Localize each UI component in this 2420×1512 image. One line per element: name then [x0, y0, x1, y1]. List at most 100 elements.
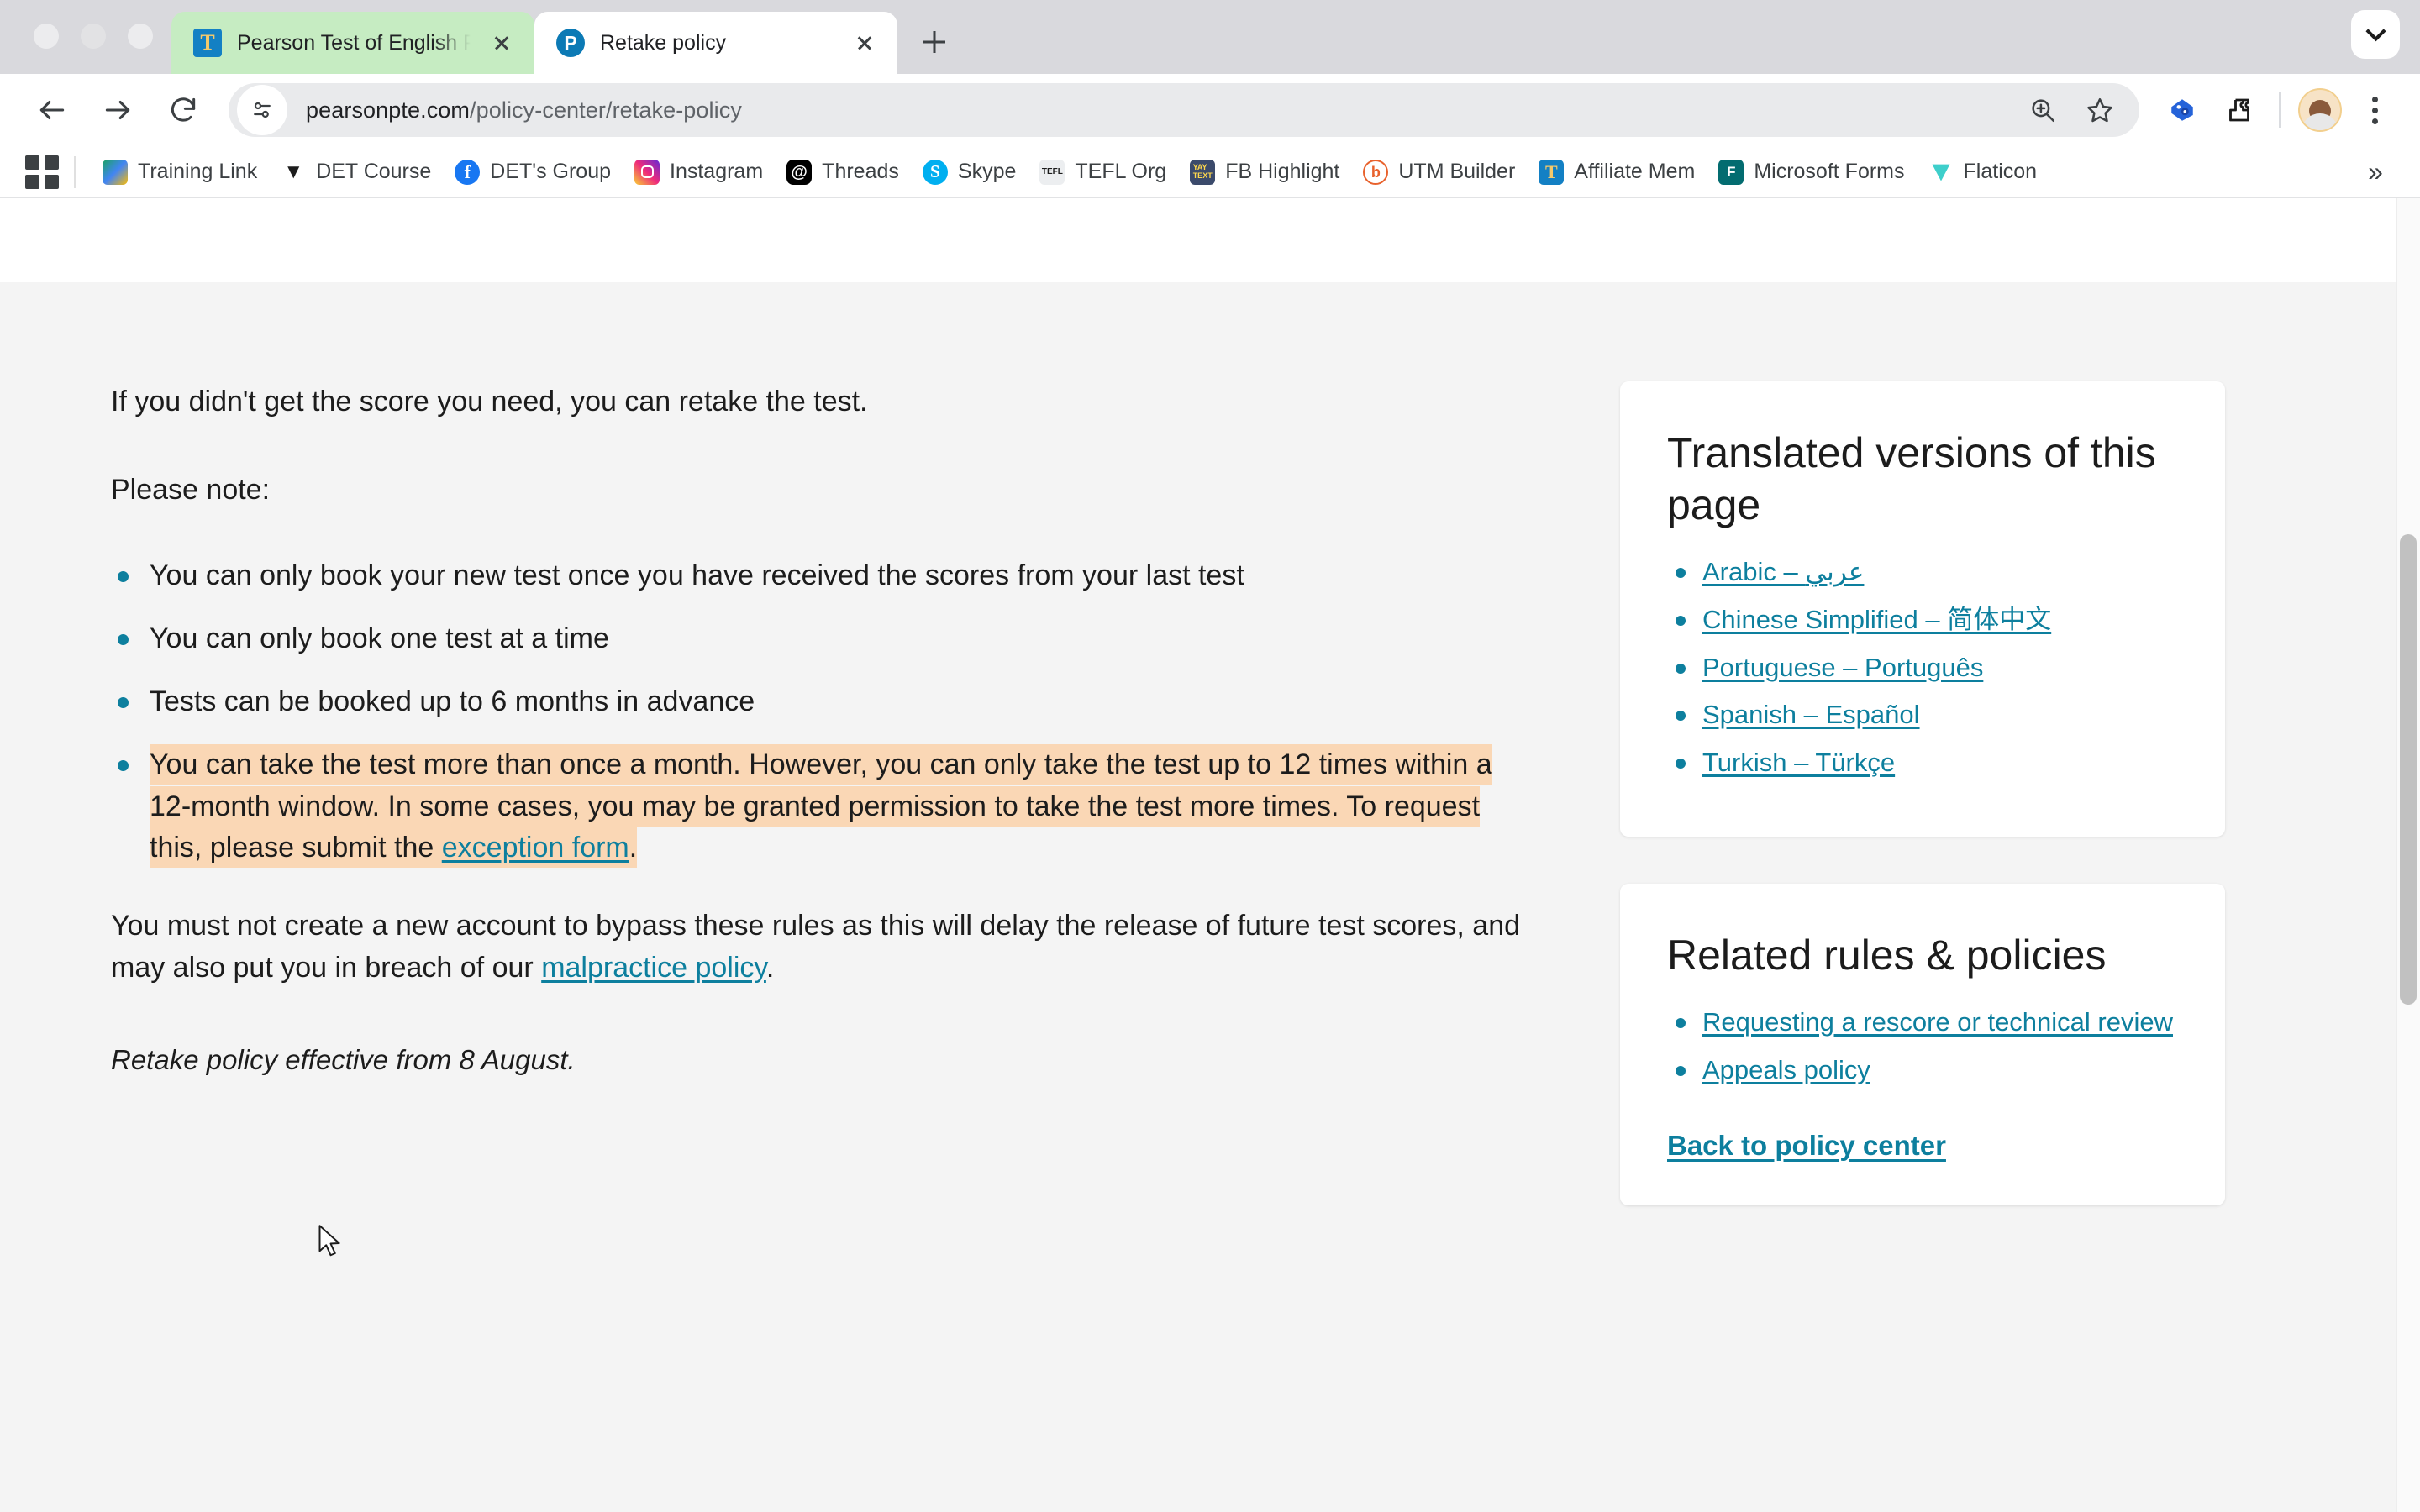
tab-strip-right — [2351, 10, 2420, 74]
bookmark-label: FB Highlight — [1225, 160, 1340, 183]
translated-links-list: Arabic – عربي Chinese Simplified – 简体中文 … — [1667, 554, 2178, 781]
related-link-appeals[interactable]: Appeals policy — [1702, 1055, 1870, 1084]
malpractice-policy-link[interactable]: malpractice policy — [541, 952, 766, 984]
exception-form-link[interactable]: exception form — [441, 827, 629, 869]
bookmark-label: DET Course — [316, 160, 432, 183]
bookmark-microsoft-forms[interactable]: F Microsoft Forms — [1707, 155, 1916, 190]
maximize-window-button[interactable] — [128, 24, 153, 49]
facebook-icon: f — [455, 159, 481, 185]
close-tab-button[interactable] — [486, 27, 518, 59]
bookmarks-overflow-button[interactable]: » — [2353, 150, 2398, 195]
pearson-t-icon — [193, 29, 222, 57]
bookmark-det-course[interactable]: ▼ DET Course — [269, 155, 443, 190]
zoom-in-icon — [2032, 99, 2055, 123]
forward-button[interactable] — [87, 80, 148, 140]
flaticon-icon — [1928, 160, 1954, 185]
extensions-button[interactable] — [2213, 84, 2265, 136]
url-domain: pearsonpte.com — [306, 97, 471, 123]
bookmark-threads[interactable]: @ Threads — [775, 155, 911, 190]
bookmark-fb-highlight[interactable]: YAY TEXT FB Highlight — [1178, 155, 1351, 190]
bookmark-label: TEFL Org — [1075, 160, 1167, 183]
microsoft-forms-icon: F — [1718, 159, 1744, 185]
site-settings-button[interactable] — [237, 85, 287, 135]
fb-highlight-icon: YAY TEXT — [1190, 159, 1216, 185]
rules-list: You can only book your new test once you… — [111, 555, 1539, 869]
close-tab-button[interactable] — [849, 27, 881, 59]
translated-link-arabic[interactable]: Arabic – عربي — [1702, 557, 1864, 586]
bookmark-label: Training Link — [138, 160, 258, 183]
tag-settings-extension-icon — [2171, 99, 2193, 121]
translated-link-chinese[interactable]: Chinese Simplified – 简体中文 — [1702, 605, 2051, 634]
new-tab-button[interactable] — [909, 17, 960, 67]
bookmarks-divider — [74, 155, 76, 188]
warning-paragraph: You must not create a new account to byp… — [111, 906, 1539, 989]
page-viewport: If you didn't get the score you need, yo… — [0, 198, 2420, 1512]
bookmark-label: UTM Builder — [1398, 160, 1516, 183]
sidebar: Translated versions of this page Arabic … — [1620, 381, 2225, 1252]
bookmark-instagram[interactable]: Instagram — [623, 155, 775, 190]
apps-grid-icon[interactable] — [25, 155, 59, 189]
window-controls[interactable] — [12, 24, 171, 74]
related-link-rescore[interactable]: Requesting a rescore or technical review — [1702, 1007, 2173, 1037]
minimize-window-button[interactable] — [81, 24, 106, 49]
translated-link-portuguese[interactable]: Portuguese – Português — [1702, 653, 1983, 682]
tefl-org-icon: TEFL — [1039, 159, 1065, 185]
utm-builder-icon: b — [1363, 159, 1389, 185]
list-item: Turkish – Türkçe — [1667, 745, 2178, 781]
bookmark-skype[interactable]: S Skype — [911, 155, 1028, 190]
translated-versions-card: Translated versions of this page Arabic … — [1620, 381, 2225, 837]
bookmark-flaticon[interactable]: Flaticon — [1917, 155, 2049, 190]
card-heading: Translated versions of this page — [1667, 429, 2156, 528]
address-bar-text: pearsonpte.com/policy-center/retake-poli… — [306, 97, 742, 123]
tab-title: Retake policy — [600, 30, 727, 55]
close-window-button[interactable] — [34, 24, 59, 49]
browser-tab-retake-policy[interactable]: Retake policy — [534, 12, 897, 74]
chevron-down-icon — [2365, 20, 2386, 41]
highlighted-text-end: . — [629, 827, 638, 869]
list-item: Arabic – عربي — [1667, 554, 2178, 591]
highlighted-text: You can take the test more than once a m… — [150, 744, 1492, 869]
avatar — [2298, 88, 2342, 132]
address-bar[interactable]: pearsonpte.com/policy-center/retake-poli… — [229, 83, 2139, 137]
bookmarks-bar: Training Link ▼ DET Course f DET's Group… — [0, 146, 2420, 198]
reload-button[interactable] — [153, 80, 213, 140]
reload-icon — [171, 97, 196, 122]
zoom-button[interactable] — [2018, 86, 2067, 134]
back-to-policy-center-link[interactable]: Back to policy center — [1667, 1130, 1946, 1162]
bookmark-utm-builder[interactable]: b UTM Builder — [1351, 155, 1527, 190]
pearson-t-icon: T — [1539, 159, 1565, 185]
bookmark-affiliate-mem[interactable]: T Affiliate Mem — [1527, 155, 1707, 190]
bookmark-label: Microsoft Forms — [1754, 160, 1905, 183]
tag-settings-extension-button[interactable] — [2156, 84, 2208, 136]
translated-link-spanish[interactable]: Spanish – Español — [1702, 700, 1920, 729]
list-item: Spanish – Español — [1667, 697, 2178, 733]
tab-search-button[interactable] — [2351, 10, 2400, 59]
page-content: If you didn't get the score you need, yo… — [0, 282, 2420, 1252]
bookmark-tefl-org[interactable]: TEFL TEFL Org — [1028, 155, 1178, 190]
warning-text-end: . — [765, 951, 775, 984]
main-column: If you didn't get the score you need, yo… — [111, 381, 1539, 1252]
back-button[interactable] — [22, 80, 82, 140]
duolingo-test-icon: ▼ — [283, 160, 304, 183]
bookmark-training-link[interactable]: Training Link — [91, 155, 269, 190]
browser-toolbar: pearsonpte.com/policy-center/retake-poli… — [0, 74, 2420, 146]
translated-link-turkish[interactable]: Turkish – Türkçe — [1702, 748, 1895, 777]
page-scrollbar[interactable] — [2396, 198, 2420, 1512]
profile-button[interactable] — [2294, 84, 2346, 136]
bookmark-label: Threads — [822, 160, 899, 183]
please-note-label: Please note: — [111, 474, 271, 507]
browser-tab-pearson-practice[interactable]: Pearson Test of English Pract — [171, 12, 534, 74]
bookmark-dets-group[interactable]: f DET's Group — [443, 155, 623, 190]
browser-menu-button[interactable] — [2351, 87, 2398, 134]
google-drive-icon — [103, 159, 128, 185]
list-item: You can only book one test at a time — [111, 618, 1539, 659]
back-arrow-icon — [39, 100, 65, 120]
instagram-icon — [634, 159, 660, 185]
bookmark-label: Flaticon — [1963, 160, 2038, 183]
bookmark-button[interactable] — [2075, 86, 2124, 134]
bookmark-label: Skype — [957, 160, 1017, 183]
toolbar-divider — [2279, 92, 2281, 128]
tab-strip: Pearson Test of English Pract Retake pol… — [0, 0, 2420, 74]
scrollbar-thumb[interactable] — [2400, 534, 2417, 1005]
bookmark-label: DET's Group — [490, 160, 611, 183]
